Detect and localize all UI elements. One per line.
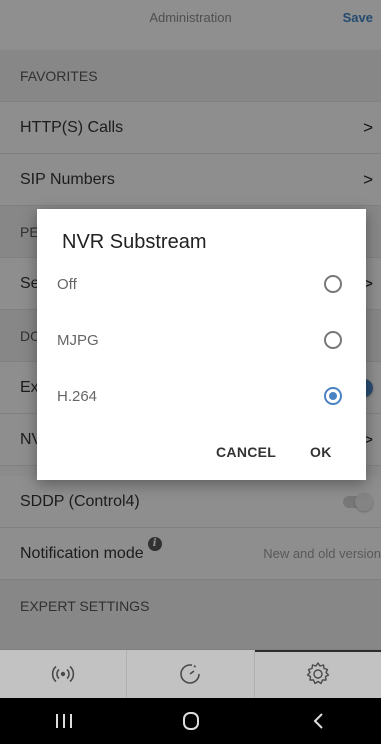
tab-broadcast[interactable] (0, 650, 128, 698)
ok-button[interactable]: OK (310, 444, 332, 460)
home-icon (182, 712, 199, 730)
back-icon (313, 713, 323, 729)
radio-off[interactable] (324, 275, 342, 293)
option-off-label: Off (57, 275, 77, 293)
option-off[interactable]: Off (37, 257, 366, 311)
tab-gauge[interactable] (127, 650, 255, 698)
gear-icon (306, 662, 330, 685)
system-nav-bar (0, 698, 381, 744)
option-h264-label: H.264 (57, 387, 98, 405)
cancel-button[interactable]: CANCEL (216, 444, 276, 460)
back-button[interactable] (254, 698, 381, 744)
radio-mjpg[interactable] (324, 331, 342, 349)
option-mjpg[interactable]: MJPG (37, 313, 366, 367)
app-screen: Administration Save FAVORITES HTTP(S) Ca… (0, 0, 381, 744)
tab-settings[interactable] (254, 650, 381, 698)
nvr-substream-dialog: NVR Substream Off MJPG H.264 (37, 209, 366, 480)
recent-apps-icon (55, 714, 72, 728)
option-mjpg-label: MJPG (57, 331, 99, 349)
bottom-tab-bar (0, 650, 381, 698)
radio-h264[interactable] (324, 387, 342, 405)
recent-apps-button[interactable] (0, 698, 127, 744)
broadcast-icon (52, 665, 75, 683)
gauge-icon (180, 664, 201, 684)
dialog-title: NVR Substream (62, 231, 207, 253)
option-h264[interactable]: H.264 (37, 369, 366, 423)
home-button[interactable] (127, 698, 254, 744)
